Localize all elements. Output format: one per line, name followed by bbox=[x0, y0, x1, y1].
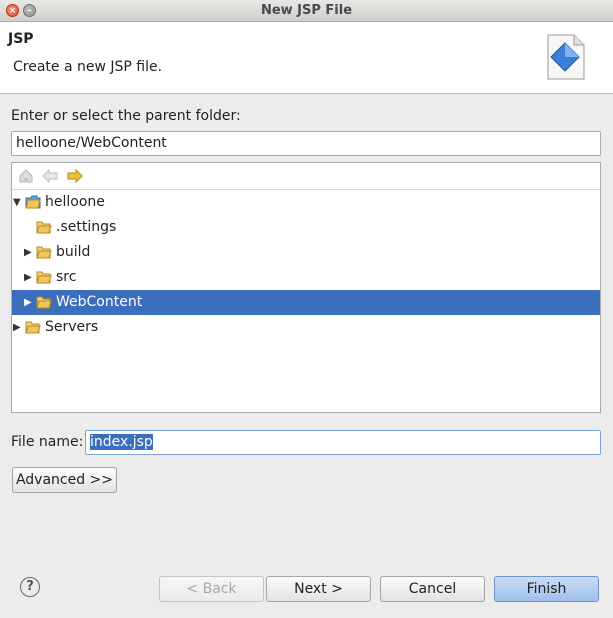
next-button[interactable]: Next > bbox=[266, 576, 371, 602]
folder-icon bbox=[36, 271, 52, 284]
tree-toolbar bbox=[12, 163, 600, 190]
parent-folder-label: Enter or select the parent folder: bbox=[11, 108, 241, 124]
back-button[interactable]: < Back bbox=[159, 576, 264, 602]
collapsed-arrow-icon[interactable]: ▶ bbox=[24, 290, 34, 315]
window-title: New JSP File bbox=[260, 3, 353, 18]
folder-icon bbox=[36, 221, 52, 234]
project-folder-icon bbox=[25, 195, 41, 209]
tree-item-helloone[interactable]: ▼ helloone bbox=[12, 190, 600, 215]
wizard-banner: JSP Create a new JSP file. bbox=[0, 22, 613, 94]
help-icon[interactable]: ? bbox=[20, 577, 40, 597]
folder-icon bbox=[36, 246, 52, 259]
tree-item-webcontent[interactable]: ▶ WebContent bbox=[12, 290, 600, 315]
wizard-title: JSP bbox=[8, 31, 34, 47]
wizard-description: Create a new JSP file. bbox=[13, 59, 163, 75]
jsp-file-wizard-icon bbox=[547, 34, 585, 80]
tree-item-settings[interactable]: .settings bbox=[12, 215, 600, 240]
file-name-value: index.jsp bbox=[90, 434, 153, 450]
collapsed-arrow-icon[interactable]: ▶ bbox=[13, 315, 23, 340]
cancel-button[interactable]: Cancel bbox=[380, 576, 485, 602]
forward-arrow-icon[interactable] bbox=[66, 167, 84, 185]
window-titlebar: × – New JSP File bbox=[0, 0, 613, 22]
file-name-label: File name: bbox=[11, 434, 84, 450]
collapsed-arrow-icon[interactable]: ▶ bbox=[24, 240, 34, 265]
advanced-button[interactable]: Advanced >> bbox=[12, 467, 117, 493]
folder-icon bbox=[36, 296, 52, 309]
back-arrow-icon[interactable] bbox=[41, 167, 59, 185]
collapsed-arrow-icon[interactable]: ▶ bbox=[24, 265, 34, 290]
parent-folder-input[interactable]: helloone/WebContent bbox=[11, 131, 601, 156]
folder-tree[interactable]: ▼ helloone .settings ▶ build ▶ src ▶ Web… bbox=[11, 162, 601, 413]
expanded-arrow-icon[interactable]: ▼ bbox=[13, 190, 23, 215]
folder-icon bbox=[25, 321, 41, 334]
tree-item-src[interactable]: ▶ src bbox=[12, 265, 600, 290]
home-icon[interactable] bbox=[17, 167, 35, 185]
finish-button[interactable]: Finish bbox=[494, 576, 599, 602]
tree-item-build[interactable]: ▶ build bbox=[12, 240, 600, 265]
file-name-input[interactable]: index.jsp bbox=[85, 430, 601, 455]
tree-item-servers[interactable]: ▶ Servers bbox=[12, 315, 600, 340]
